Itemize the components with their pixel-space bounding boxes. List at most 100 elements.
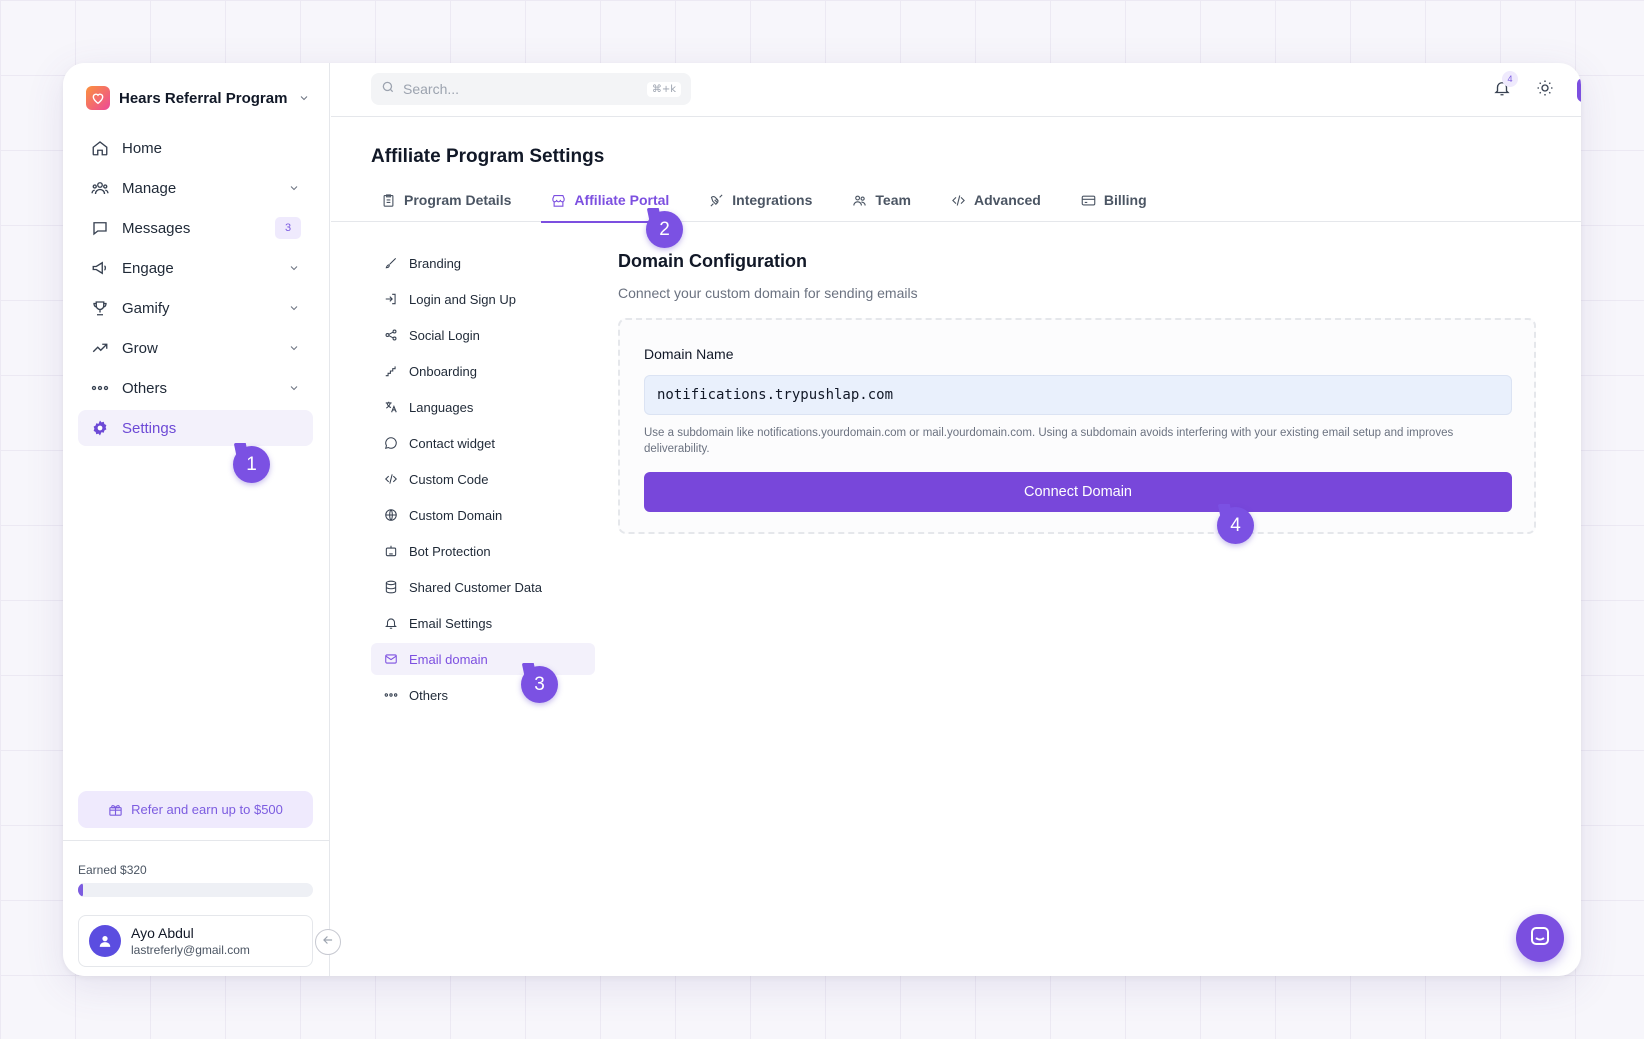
credit-card-icon: [1081, 193, 1096, 208]
gear-icon: [90, 418, 110, 438]
user-info: Ayo Abdul lastreferly@gmail.com: [131, 925, 250, 957]
database-icon: [383, 579, 399, 595]
subnav-item-email-domain[interactable]: Email domain: [371, 643, 595, 675]
login-icon: [383, 291, 399, 307]
tab-program-details[interactable]: Program Details: [371, 178, 521, 222]
subnav-item-login-signup[interactable]: Login and Sign Up: [371, 283, 595, 315]
sidebar-item-label: Engage: [122, 259, 174, 277]
subnav-item-branding[interactable]: Branding: [371, 247, 595, 279]
subnav-label: Onboarding: [409, 363, 477, 379]
chat-icon: [1528, 924, 1552, 953]
top-bar: ⌘+k 4: [331, 63, 1581, 117]
sidebar-item-settings[interactable]: Settings: [78, 410, 313, 446]
mail-icon: [383, 651, 399, 667]
chat-bubble-icon: [383, 435, 399, 451]
subnav-label: Others: [409, 687, 449, 703]
user-name: Ayo Abdul: [131, 925, 194, 941]
domain-name-label: Domain Name: [644, 346, 734, 362]
tab-team[interactable]: Team: [842, 178, 921, 222]
tab-label: Advanced: [973, 192, 1041, 208]
sidebar-item-messages[interactable]: Messages 3: [78, 210, 313, 246]
sidebar-item-label: Others: [122, 379, 168, 397]
code-icon: [951, 193, 966, 208]
subnav-item-custom-domain[interactable]: Custom Domain: [371, 499, 595, 531]
subnav-item-shared-customer-data[interactable]: Shared Customer Data: [371, 571, 595, 603]
subnav-item-languages[interactable]: Languages: [371, 391, 595, 423]
tab-billing[interactable]: Billing: [1071, 178, 1157, 222]
subnav-label: Shared Customer Data: [409, 579, 542, 595]
subnav-item-onboarding[interactable]: Onboarding: [371, 355, 595, 387]
home-icon: [90, 138, 110, 158]
sidebar-item-label: Manage: [122, 179, 177, 197]
tab-integrations[interactable]: Integrations: [699, 178, 822, 222]
section-subtitle: Connect your custom domain for sending e…: [618, 285, 918, 301]
subnav-item-social-login[interactable]: Social Login: [371, 319, 595, 351]
brush-icon: [383, 255, 399, 271]
search-input[interactable]: [403, 81, 647, 97]
sidebar: Hears Referral Program Home Manage Messa…: [63, 63, 330, 976]
add-button[interactable]: [1577, 78, 1581, 102]
domain-configuration-section: Domain Configuration Connect your custom…: [618, 251, 1538, 534]
trending-up-icon: [90, 338, 110, 358]
subnav-item-email-settings[interactable]: Email Settings: [371, 607, 595, 639]
code-icon: [383, 471, 399, 487]
user-profile[interactable]: Ayo Abdul lastreferly@gmail.com: [78, 915, 313, 967]
connect-domain-button[interactable]: Connect Domain: [644, 472, 1512, 512]
sidebar-item-label: Home: [122, 139, 163, 157]
search-box[interactable]: ⌘+k: [371, 73, 691, 105]
page-title: Affiliate Program Settings: [371, 146, 605, 167]
refer-and-earn-button[interactable]: Refer and earn up to $500: [78, 791, 313, 828]
subnav-label: Bot Protection: [409, 543, 491, 559]
tab-label: Integrations: [732, 192, 813, 208]
program-switcher[interactable]: Hears Referral Program: [86, 85, 311, 111]
chevron-down-icon: [287, 301, 301, 315]
sidebar-item-gamify[interactable]: Gamify: [78, 290, 313, 326]
megaphone-icon: [90, 258, 110, 278]
subnav-label: Custom Domain: [409, 507, 503, 523]
subnav-label: Branding: [409, 255, 462, 271]
chat-launcher-button[interactable]: [1516, 914, 1564, 962]
chevron-down-icon: [287, 261, 301, 275]
step-marker-4: 4: [1217, 507, 1254, 544]
domain-help-text: Use a subdomain like notifications.yourd…: [644, 427, 1454, 455]
refer-label: Refer and earn up to $500: [131, 802, 283, 817]
notifications-button[interactable]: 4: [1489, 71, 1518, 103]
domain-name-input[interactable]: [644, 375, 1512, 415]
chevron-down-icon: [287, 181, 301, 195]
globe-icon: [383, 507, 399, 523]
tab-label: Team: [875, 192, 911, 208]
step-marker-2: 2: [646, 211, 683, 248]
subnav-item-others[interactable]: Others: [371, 679, 595, 711]
dots-icon: [383, 687, 399, 703]
heart-logo-icon: [86, 86, 110, 110]
sidebar-item-home[interactable]: Home: [78, 130, 313, 166]
subnav-item-contact-widget[interactable]: Contact widget: [371, 427, 595, 459]
section-title: Domain Configuration: [618, 251, 807, 271]
share-icon: [383, 327, 399, 343]
sidebar-item-grow[interactable]: Grow: [78, 330, 313, 366]
chevron-down-icon: [287, 381, 301, 395]
subnav-item-custom-code[interactable]: Custom Code: [371, 463, 595, 495]
plug-icon: [709, 193, 724, 208]
subnav-label: Social Login: [409, 327, 480, 343]
search-shortcut: ⌘+k: [646, 81, 681, 97]
avatar: [89, 925, 121, 957]
subnav-label: Email Settings: [409, 615, 493, 631]
notifications-count-badge: 4: [1502, 71, 1518, 87]
main-panel: ⌘+k 4 Affiliate Program Settings Program…: [331, 63, 1581, 976]
tab-advanced[interactable]: Advanced: [941, 178, 1051, 222]
sidebar-item-manage[interactable]: Manage: [78, 170, 313, 206]
sidebar-item-others[interactable]: Others: [78, 370, 313, 406]
users-icon: [90, 178, 110, 198]
chevron-down-icon: [297, 91, 311, 105]
bot-icon: [383, 543, 399, 559]
sidebar-item-engage[interactable]: Engage: [78, 250, 313, 286]
earnings-progress-fill: [78, 883, 83, 897]
subnav-label: Contact widget: [409, 435, 495, 451]
sidebar-item-label: Gamify: [122, 299, 170, 317]
earnings-progress-bar: [78, 883, 313, 897]
subnav-item-bot-protection[interactable]: Bot Protection: [371, 535, 595, 567]
translate-icon: [383, 399, 399, 415]
app-window: Hears Referral Program Home Manage Messa…: [63, 63, 1581, 976]
theme-toggle-button[interactable]: [1532, 77, 1558, 103]
